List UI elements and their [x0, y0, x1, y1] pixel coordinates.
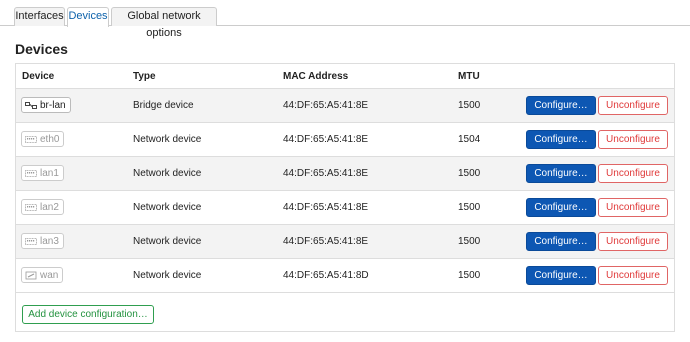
configure-button[interactable]: Configure…	[526, 266, 596, 285]
device-badge: br-lan	[21, 97, 71, 113]
configure-button[interactable]: Configure…	[526, 232, 596, 251]
column-header-type: Type	[133, 71, 156, 82]
device-name: lan1	[40, 167, 59, 179]
tab-interfaces[interactable]: Interfaces	[14, 7, 65, 26]
bridge-icon	[25, 101, 40, 110]
device-type: Network device	[133, 134, 202, 145]
table-row: wan Network device 44:DF:65:A5:41:8D 1500 Co…	[16, 259, 674, 293]
tab-bar: Interfaces Devices Global network option…	[0, 0, 690, 39]
page-title: Devices	[15, 41, 68, 57]
table-bottom-band	[16, 331, 674, 332]
device-badge: wan	[21, 267, 64, 283]
mtu-value: 1500	[458, 100, 481, 111]
device-name: br-lan	[40, 99, 66, 111]
device-name: lan2	[40, 201, 59, 213]
ethernet-port-icon	[25, 135, 40, 144]
column-header-mtu: MTU	[458, 71, 480, 82]
column-header-mac-address: MAC Address	[283, 71, 349, 82]
mac-address: 44:DF:65:A5:41:8E	[283, 236, 369, 247]
ethernet-port-icon	[25, 237, 40, 246]
table-row: lan1 Network device 44:DF:65:A5:41:8E 1500 C…	[16, 157, 674, 191]
configure-button[interactable]: Configure…	[526, 164, 596, 183]
column-header-device: Device	[22, 71, 55, 82]
table-row: lan2 Network device 44:DF:65:A5:41:8E 1500 C…	[16, 191, 674, 225]
mtu-value: 1500	[458, 202, 481, 213]
mac-address: 44:DF:65:A5:41:8E	[283, 168, 369, 179]
ethernet-port-icon	[25, 169, 40, 178]
device-name: lan3	[40, 235, 59, 247]
unconfigure-button[interactable]: Unconfigure	[598, 232, 668, 251]
device-badge: eth0	[21, 131, 65, 147]
unconfigure-button[interactable]: Unconfigure	[598, 266, 668, 285]
unconfigure-button[interactable]: Unconfigure	[598, 198, 668, 217]
configure-button[interactable]: Configure…	[526, 130, 596, 149]
device-name: wan	[40, 269, 59, 281]
mac-address: 44:DF:65:A5:41:8D	[283, 270, 369, 281]
add-device-configuration-button[interactable]: Add device configuration…	[22, 305, 154, 324]
device-type: Network device	[133, 202, 202, 213]
device-badge: lan1	[21, 165, 64, 181]
device-type: Network device	[133, 236, 202, 247]
table-row: eth0 Network device 44:DF:65:A5:41:8E 1504 C…	[16, 123, 674, 157]
mtu-value: 1500	[458, 168, 481, 179]
unconfigure-button[interactable]: Unconfigure	[598, 164, 668, 183]
configure-button[interactable]: Configure…	[526, 96, 596, 115]
ethernet-port-icon	[25, 203, 40, 212]
tab-devices[interactable]: Devices	[67, 7, 109, 27]
configure-button[interactable]: Configure…	[526, 198, 596, 217]
device-badge: lan2	[21, 199, 64, 215]
devices-table: Device Type MAC Address MTU br-lan Bridge…	[15, 63, 675, 332]
mac-address: 44:DF:65:A5:41:8E	[283, 202, 369, 213]
mtu-value: 1500	[458, 236, 481, 247]
mac-address: 44:DF:65:A5:41:8E	[283, 134, 369, 145]
unconfigure-button[interactable]: Unconfigure	[598, 130, 668, 149]
mac-address: 44:DF:65:A5:41:8E	[283, 100, 369, 111]
mtu-value: 1504	[458, 134, 481, 145]
unconfigure-button[interactable]: Unconfigure	[598, 96, 668, 115]
device-name: eth0	[40, 133, 60, 145]
device-type: Network device	[133, 168, 202, 179]
table-header: Device Type MAC Address MTU	[16, 64, 674, 89]
device-type: Bridge device	[133, 100, 194, 111]
mtu-value: 1500	[458, 270, 481, 281]
device-badge: lan3	[21, 233, 64, 249]
table-row: lan3 Network device 44:DF:65:A5:41:8E 1500 C…	[16, 225, 674, 259]
tab-global-network-options[interactable]: Global network options	[111, 7, 217, 39]
table-row: br-lan Bridge device 44:DF:65:A5:41:8E 1500…	[16, 89, 674, 123]
table-footer: Add device configuration…	[16, 293, 674, 331]
wan-port-icon	[25, 271, 40, 280]
device-type: Network device	[133, 270, 202, 281]
